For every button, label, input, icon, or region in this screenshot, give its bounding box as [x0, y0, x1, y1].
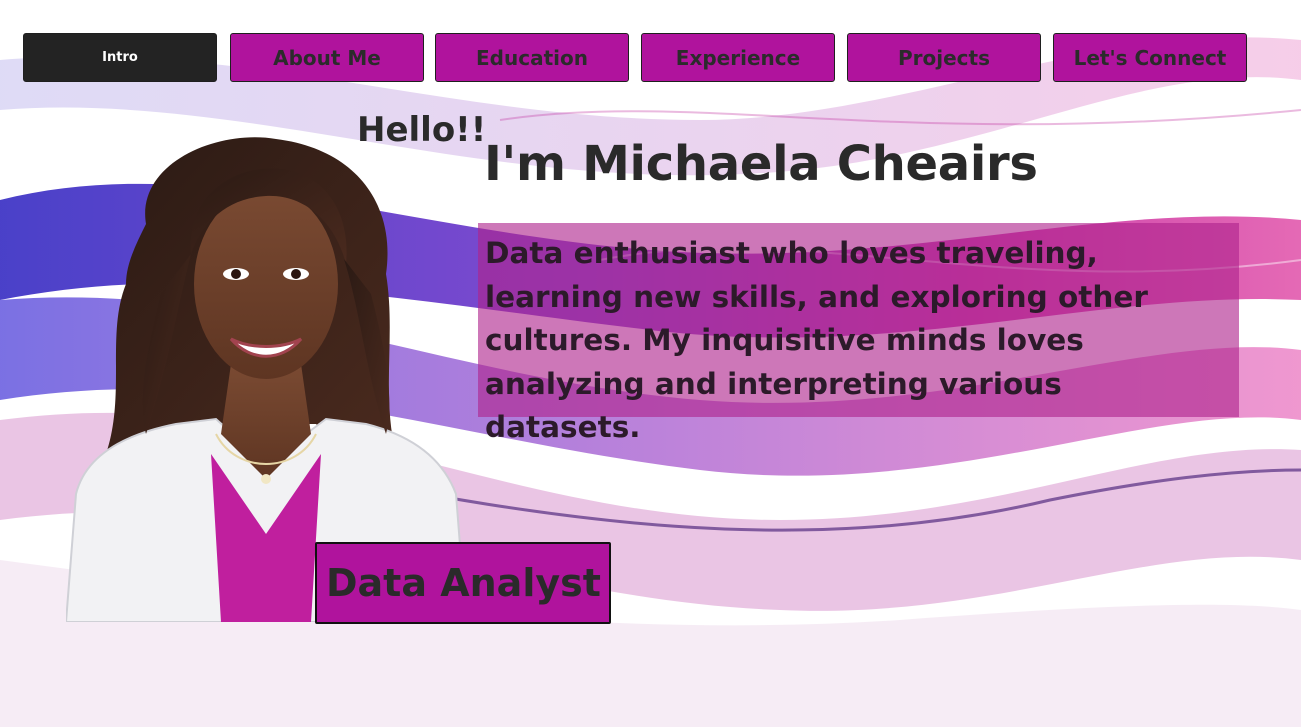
top-navigation: Intro About Me Education Experience Proj… — [23, 33, 1249, 84]
nav-about-me-button[interactable]: About Me — [230, 33, 424, 82]
greeting-heading: Hello!! — [357, 110, 487, 150]
nav-experience-button[interactable]: Experience — [641, 33, 835, 82]
nav-intro-button[interactable]: Intro — [23, 33, 217, 82]
bio-text: Data enthusiast who loves traveling, lea… — [485, 236, 1148, 444]
nav-education-button[interactable]: Education — [435, 33, 629, 82]
name-heading: I'm Michaela Cheairs — [484, 136, 1038, 192]
nav-projects-button[interactable]: Projects — [847, 33, 1041, 82]
nav-lets-connect-button[interactable]: Let's Connect — [1053, 33, 1247, 82]
bio-panel: Data enthusiast who loves traveling, lea… — [478, 223, 1239, 444]
role-badge-button[interactable]: Data Analyst — [315, 542, 611, 624]
